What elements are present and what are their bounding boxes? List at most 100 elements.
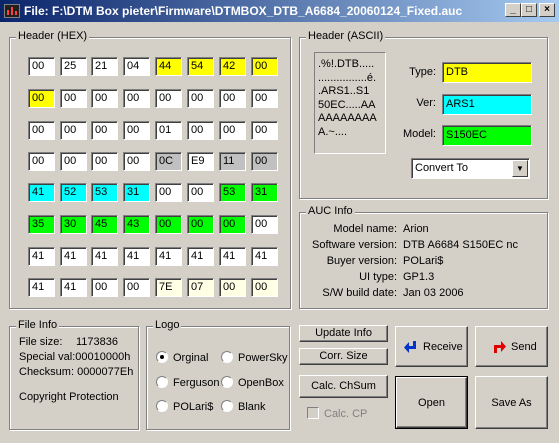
ascii-group-title: Header (ASCII): [306, 30, 386, 42]
calc-cp-checkbox[interactable]: Calc. CP: [307, 407, 367, 420]
logo-option-polaris[interactable]: POLari$: [156, 400, 213, 413]
hex-cell[interactable]: 00: [251, 152, 278, 171]
hex-cell[interactable]: 0C: [155, 152, 182, 171]
maximize-button[interactable]: □: [521, 3, 537, 17]
hex-cell[interactable]: 00: [91, 152, 118, 171]
hex-cell[interactable]: 00: [155, 215, 182, 234]
hex-cell[interactable]: 00: [187, 121, 214, 140]
send-arrow-icon: [494, 341, 506, 353]
open-button[interactable]: Open: [395, 376, 468, 429]
hex-cell[interactable]: 00: [187, 215, 214, 234]
hex-cell[interactable]: 41: [28, 183, 55, 202]
type-field[interactable]: DTB: [442, 62, 532, 83]
title-bar: File: F:\DTM Box pieter\Firmware\DTMBOX_…: [0, 0, 559, 22]
hex-cell[interactable]: 53: [91, 183, 118, 202]
hex-cell[interactable]: 00: [251, 89, 278, 108]
logo-option-openbox[interactable]: OpenBox: [221, 376, 284, 389]
model-label: Model:: [402, 128, 436, 140]
hex-cell[interactable]: 11: [219, 152, 246, 171]
hex-cell[interactable]: 21: [91, 57, 118, 76]
convert-to-select[interactable]: Convert To ▼: [411, 158, 530, 179]
hex-cell[interactable]: 00: [155, 183, 182, 202]
hex-cell[interactable]: 41: [60, 278, 87, 297]
radio-icon: [156, 376, 168, 388]
hex-cell[interactable]: 00: [60, 152, 87, 171]
hex-cell[interactable]: 00: [91, 121, 118, 140]
hex-cell[interactable]: 00: [28, 57, 55, 76]
chevron-down-icon[interactable]: ▼: [512, 160, 528, 177]
hex-cell[interactable]: 00: [123, 278, 150, 297]
hex-cell[interactable]: 00: [155, 89, 182, 108]
hex-cell[interactable]: 00: [123, 152, 150, 171]
send-button[interactable]: Send: [475, 326, 548, 367]
hex-cell[interactable]: 41: [251, 247, 278, 266]
hex-cell[interactable]: 31: [123, 183, 150, 202]
hex-cell[interactable]: 44: [155, 57, 182, 76]
corr-size-button[interactable]: Corr. Size: [299, 348, 388, 365]
hex-cell[interactable]: 00: [91, 278, 118, 297]
hex-cell[interactable]: 31: [251, 183, 278, 202]
logo-option-powersky[interactable]: PowerSky: [221, 351, 288, 364]
hex-cell[interactable]: 00: [251, 278, 278, 297]
hex-cell[interactable]: 41: [219, 247, 246, 266]
hex-cell[interactable]: 00: [219, 215, 246, 234]
radio-label: Blank: [238, 401, 266, 413]
hex-cell[interactable]: 00: [187, 89, 214, 108]
save-as-button[interactable]: Save As: [475, 376, 548, 429]
hex-cell[interactable]: 00: [123, 89, 150, 108]
hex-cell[interactable]: 00: [219, 121, 246, 140]
logo-option-ferguson[interactable]: Ferguson: [156, 376, 219, 389]
receive-button[interactable]: Receive: [395, 326, 468, 367]
hex-cell[interactable]: 41: [123, 247, 150, 266]
auc-values: Arion DTB A6684 S150EC nc POLari$ GP1.3 …: [403, 223, 543, 303]
logo-group: Logo Orginal PowerSky Ferguson OpenBox P…: [146, 319, 290, 430]
hex-cell[interactable]: 43: [123, 215, 150, 234]
hex-cell[interactable]: 41: [155, 247, 182, 266]
hex-cell[interactable]: 41: [187, 247, 214, 266]
close-button[interactable]: ×: [539, 3, 555, 17]
hex-cell[interactable]: 41: [91, 247, 118, 266]
hex-cell[interactable]: 30: [60, 215, 87, 234]
radio-label: Ferguson: [173, 377, 220, 389]
hex-cell[interactable]: 04: [123, 57, 150, 76]
hex-cell[interactable]: 00: [251, 121, 278, 140]
hex-cell[interactable]: 45: [91, 215, 118, 234]
hex-cell[interactable]: 00: [28, 152, 55, 171]
ver-field[interactable]: ARS1: [442, 94, 532, 115]
hex-cell[interactable]: 00: [123, 121, 150, 140]
ascii-line: .%!.DTB.....: [318, 58, 375, 70]
model-name-label: Model name:: [333, 223, 397, 235]
minimize-button[interactable]: _: [505, 3, 521, 17]
hex-cell[interactable]: 54: [187, 57, 214, 76]
hex-cell[interactable]: 00: [60, 121, 87, 140]
hex-cell[interactable]: 53: [219, 183, 246, 202]
hex-cell[interactable]: 25: [60, 57, 87, 76]
hex-cell[interactable]: 41: [60, 247, 87, 266]
hex-cell[interactable]: 7E: [155, 278, 182, 297]
hex-cell[interactable]: 00: [187, 183, 214, 202]
hex-cell[interactable]: 00: [219, 89, 246, 108]
hex-cell[interactable]: 41: [28, 247, 55, 266]
hex-cell[interactable]: E9: [187, 152, 214, 171]
hex-cell[interactable]: 00: [28, 89, 55, 108]
hex-cell[interactable]: 52: [60, 183, 87, 202]
ascii-line: A.~....: [318, 125, 348, 138]
hex-cell[interactable]: 00: [251, 57, 278, 76]
hex-cell[interactable]: 41: [28, 278, 55, 297]
hex-cell[interactable]: 42: [219, 57, 246, 76]
hex-cell[interactable]: 00: [60, 89, 87, 108]
hex-cell[interactable]: 07: [187, 278, 214, 297]
hex-cell[interactable]: 35: [28, 215, 55, 234]
logo-option-orginal[interactable]: Orginal: [156, 351, 208, 364]
auc-info-title: AUC Info: [306, 205, 355, 217]
update-info-button[interactable]: Update Info: [299, 325, 388, 342]
calc-chsum-button[interactable]: Calc. ChSum: [299, 375, 388, 398]
hex-cell[interactable]: 00: [28, 121, 55, 140]
model-field[interactable]: S150EC: [442, 125, 532, 146]
window-title: File: F:\DTM Box pieter\Firmware\DTMBOX_…: [24, 4, 463, 18]
hex-cell[interactable]: 00: [219, 278, 246, 297]
logo-option-blank[interactable]: Blank: [221, 400, 266, 413]
hex-cell[interactable]: 01: [155, 121, 182, 140]
hex-cell[interactable]: 00: [91, 89, 118, 108]
hex-cell[interactable]: 00: [251, 215, 278, 234]
